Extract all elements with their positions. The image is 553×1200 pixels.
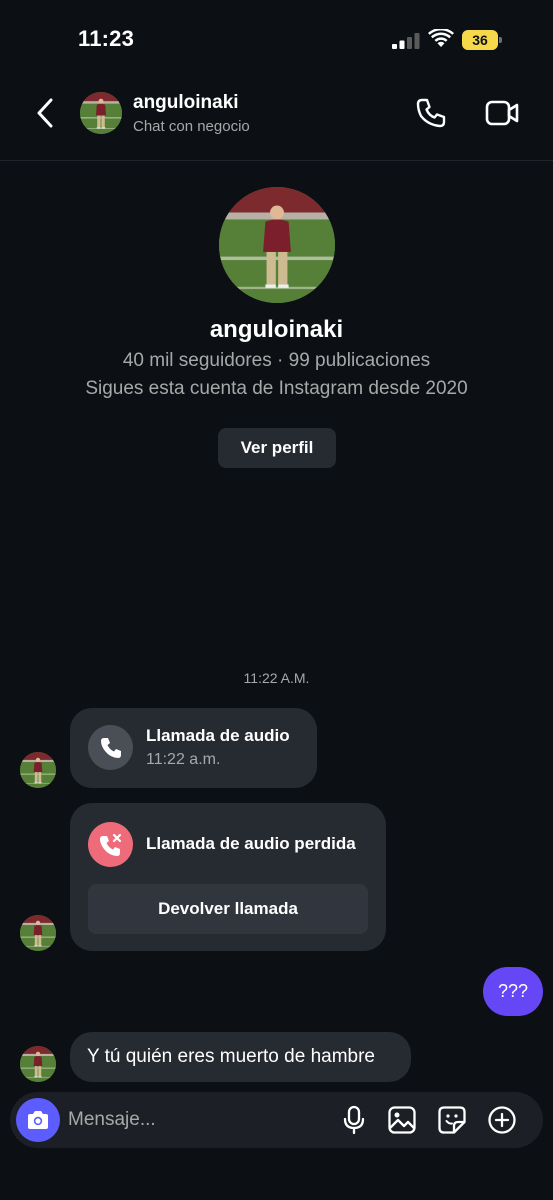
call-back-button[interactable]: Devolver llamada — [88, 884, 368, 934]
sent-message[interactable]: ??? — [483, 967, 543, 1016]
battery-level: 36 — [462, 30, 498, 50]
microphone-icon[interactable] — [339, 1105, 369, 1135]
header-avatar[interactable] — [80, 92, 122, 134]
sender-avatar[interactable] — [20, 752, 56, 788]
add-circle-icon[interactable] — [487, 1105, 517, 1135]
cellular-signal-icon — [392, 33, 420, 49]
message-input[interactable] — [68, 1102, 328, 1138]
sender-avatar[interactable] — [20, 1046, 56, 1082]
battery-indicator: 36 — [462, 30, 502, 50]
phone-icon[interactable] — [414, 96, 448, 130]
message-composer — [10, 1092, 543, 1148]
header-subtitle: Chat con negocio — [133, 118, 250, 135]
audio-call-message[interactable]: Llamada de audio 11:22 a.m. — [70, 708, 317, 788]
profile-username: anguloinaki — [209, 316, 344, 343]
missed-call-message: Llamada de audio perdida Devolver llamad… — [70, 803, 386, 951]
profile-avatar[interactable] — [219, 187, 335, 303]
header-username[interactable]: anguloinaki — [133, 92, 239, 114]
wifi-icon — [428, 29, 454, 47]
missed-call-icon — [88, 822, 133, 867]
video-camera-icon[interactable] — [484, 96, 520, 130]
gallery-icon[interactable] — [387, 1105, 417, 1135]
missed-call-title: Llamada de audio perdida — [146, 834, 356, 853]
audio-call-title: Llamada de audio — [146, 726, 290, 745]
sender-avatar[interactable] — [20, 915, 56, 951]
profile-stats: 40 mil seguidores · 99 publicaciones — [122, 350, 431, 371]
camera-icon — [28, 1111, 48, 1129]
back-chevron-icon[interactable] — [32, 96, 58, 130]
camera-button[interactable] — [16, 1098, 60, 1142]
view-profile-button[interactable]: Ver perfil — [218, 428, 336, 468]
status-time: 11:23 — [78, 26, 135, 51]
conversation-timestamp: 11:22 A.M. — [243, 670, 310, 686]
phone-icon — [88, 725, 133, 770]
sticker-icon[interactable] — [437, 1105, 467, 1135]
profile-follow-since: Sigues esta cuenta de Instagram desde 20… — [85, 378, 468, 399]
audio-call-time: 11:22 a.m. — [146, 751, 221, 768]
header-divider — [0, 160, 553, 161]
received-message[interactable]: Y tú quién eres muerto de hambre — [70, 1032, 411, 1082]
